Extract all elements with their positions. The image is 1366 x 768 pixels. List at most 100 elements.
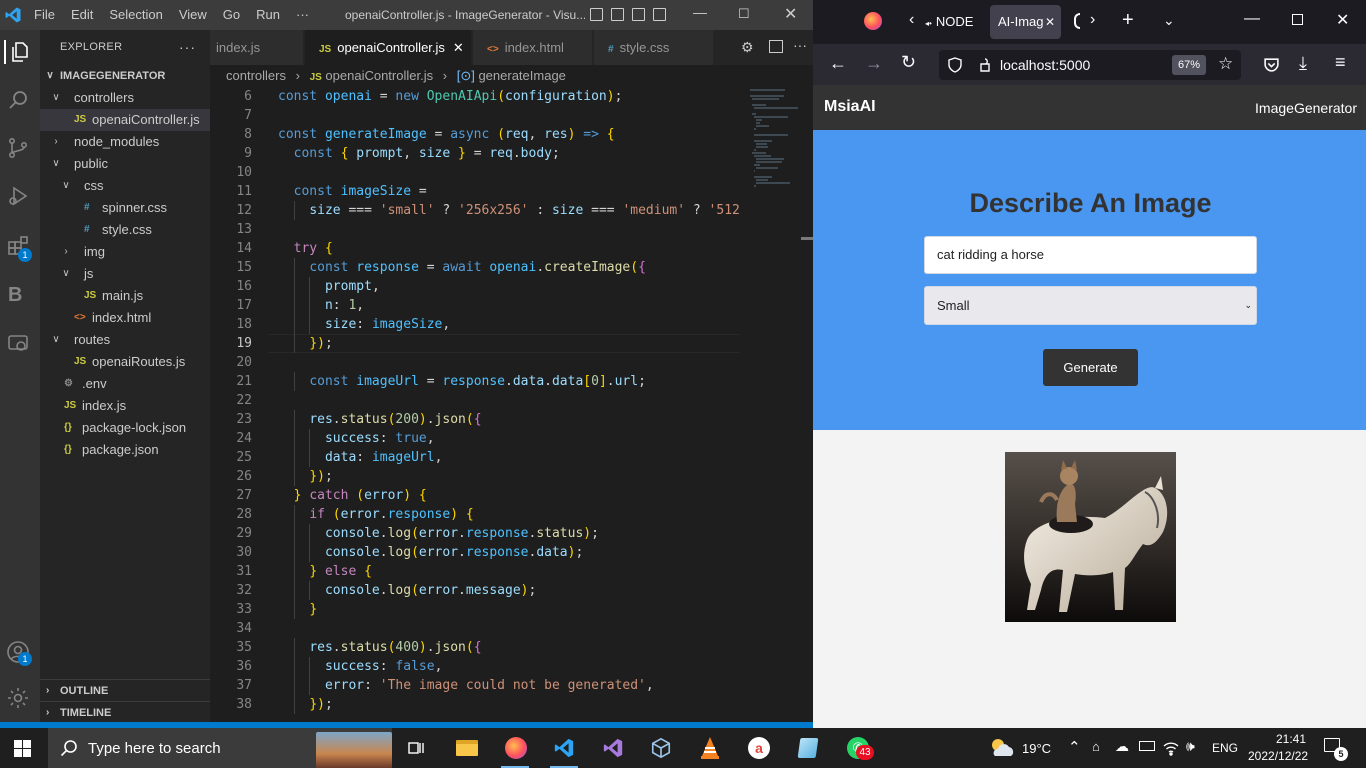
code-line[interactable]: 16 prompt, — [210, 277, 740, 296]
whatsapp-icon[interactable]: ✆ 43 — [833, 728, 881, 768]
zoom-indicator[interactable]: 67% — [1172, 55, 1206, 75]
search-icon[interactable] — [6, 88, 30, 112]
run-debug-icon[interactable] — [6, 184, 30, 208]
tabs-scroll-right-icon[interactable]: › — [1090, 11, 1095, 29]
nav-link-imagegenerator[interactable]: ImageGenerator — [1255, 100, 1357, 116]
settings-icon[interactable]: ⚙ — [741, 39, 754, 56]
volume-icon[interactable]: 🕪 — [1186, 738, 1195, 755]
tree-item-img[interactable]: › img — [40, 241, 210, 263]
code-line[interactable]: 38 }); — [210, 695, 740, 714]
tab-index-js[interactable]: index.js — [210, 30, 304, 65]
remote-explorer-icon[interactable] — [6, 332, 30, 356]
code-line[interactable]: 19 }); — [210, 334, 740, 353]
tree-item-spinner-css[interactable]: # spinner.css — [40, 197, 210, 219]
menu-selection[interactable]: Selection — [109, 7, 162, 22]
tree-item-controllers[interactable]: ∨ controllers — [40, 87, 210, 109]
app-menu-icon[interactable]: ≡ — [1335, 52, 1346, 73]
code-line[interactable]: 6 const openai = new OpenAIApi(configurat… — [210, 87, 740, 106]
code-line[interactable]: 34 — [210, 619, 740, 638]
back-icon[interactable]: ← — [829, 53, 847, 74]
bookmark-star-icon[interactable]: ☆ — [1218, 54, 1233, 74]
code-line[interactable]: 35 res.status(400).json({ — [210, 638, 740, 657]
list-tabs-icon[interactable]: ⌄ — [1163, 12, 1175, 29]
tab-node[interactable]: ◂• NODE — [925, 6, 981, 38]
vlc-icon[interactable] — [686, 728, 734, 768]
bootstrap-icon[interactable]: B — [8, 284, 32, 308]
editor-scrollbar[interactable] — [801, 237, 813, 240]
code-line[interactable]: 11 const imageSize = — [210, 182, 740, 201]
tabs-scroll-left-icon[interactable]: ‹ — [909, 11, 914, 29]
code-line[interactable]: 32 console.log(error.message); — [210, 581, 740, 600]
explorer-more-icon[interactable]: ··· — [179, 30, 196, 65]
wifi-icon[interactable] — [1162, 740, 1180, 756]
code-line[interactable]: 23 res.status(200).json({ — [210, 410, 740, 429]
windows-start-icon[interactable] — [14, 740, 31, 757]
code-line[interactable]: 14 try { — [210, 239, 740, 258]
breadcrumb-symbol[interactable]: generateImage — [478, 68, 565, 83]
menu-file[interactable]: File — [34, 7, 55, 22]
clock-time[interactable]: 21:41 — [1264, 732, 1306, 746]
tree-item-public[interactable]: ∨ public — [40, 153, 210, 175]
onedrive-cloud-icon[interactable]: ☁ — [1115, 738, 1129, 755]
usb-icon[interactable]: ⌂ — [1092, 739, 1100, 754]
minimap[interactable] — [740, 87, 800, 207]
tree-item-openairoutes-js[interactable]: JS openaiRoutes.js — [40, 351, 210, 373]
close-window-icon[interactable]: ✕ — [1336, 10, 1349, 30]
code-line[interactable]: 17 n: 1, — [210, 296, 740, 315]
code-line[interactable]: 33 } — [210, 600, 740, 619]
code-line[interactable]: 22 — [210, 391, 740, 410]
tree-item-index-js[interactable]: JS index.js — [40, 395, 210, 417]
close-tab-icon[interactable]: ✕ — [1045, 5, 1055, 39]
site-info-icon[interactable] — [977, 57, 993, 73]
site-logo[interactable]: MsiaAI — [824, 98, 876, 116]
task-view-icon[interactable] — [392, 728, 440, 768]
more-actions-icon[interactable]: ··· — [793, 37, 807, 53]
outline-section[interactable]: › OUTLINE — [40, 679, 210, 701]
tab-openaicontroller-js[interactable]: JS openaiController.js ✕ — [305, 30, 472, 65]
menu-go[interactable]: Go — [223, 7, 240, 22]
notifications-icon[interactable]: 5 — [1324, 738, 1348, 761]
visual-studio-icon[interactable] — [589, 728, 637, 768]
code-line[interactable]: 10 — [210, 163, 740, 182]
breadcrumb-file[interactable]: openaiController.js — [325, 68, 433, 83]
tree-item-css[interactable]: ∨ css — [40, 175, 210, 197]
tree-item-package-lock-json[interactable]: {} package-lock.json — [40, 417, 210, 439]
taskbar-search[interactable]: Type here to search — [48, 728, 392, 768]
split-editor-icon[interactable] — [769, 40, 783, 53]
downloads-icon[interactable]: ⤓ — [1299, 53, 1307, 74]
timeline-section[interactable]: › TIMELINE — [40, 701, 210, 723]
language-indicator[interactable]: ENG — [1212, 741, 1238, 755]
code-line[interactable]: 7 — [210, 106, 740, 125]
generate-button[interactable]: Generate — [1043, 349, 1138, 386]
firefox-taskbar-icon[interactable] — [491, 728, 539, 768]
menu-view[interactable]: View — [179, 7, 207, 22]
project-root[interactable]: ∨ IMAGEGENERATOR — [40, 65, 210, 87]
maximize-icon[interactable] — [1292, 14, 1303, 25]
tree-item-routes[interactable]: ∨ routes — [40, 329, 210, 351]
firefox-view-icon[interactable] — [864, 12, 882, 30]
virtualbox-icon[interactable] — [637, 728, 685, 768]
code-line[interactable]: 9 const { prompt, size } = req.body; — [210, 144, 740, 163]
weather-temperature[interactable]: 19°C — [1022, 741, 1051, 756]
file-explorer-icon[interactable] — [442, 728, 490, 768]
battery-icon[interactable] — [1139, 741, 1155, 751]
code-line[interactable]: 12 size === 'small' ? '256x256' : size =… — [210, 201, 740, 220]
tree-item-index-html[interactable]: <> index.html — [40, 307, 210, 329]
code-line[interactable]: 31 } else { — [210, 562, 740, 581]
show-hidden-icons-icon[interactable]: ⌃ — [1068, 738, 1081, 756]
toggle-panel-icon[interactable] — [611, 8, 624, 21]
code-line[interactable]: 37 error: 'The image could not be genera… — [210, 676, 740, 695]
code-editor[interactable]: 6 const openai = new OpenAIApi(configurat… — [210, 87, 740, 728]
code-line[interactable]: 27 } catch (error) { — [210, 486, 740, 505]
tree-item-package-json[interactable]: {} package.json — [40, 439, 210, 461]
clock-date[interactable]: 2022/12/22 — [1248, 749, 1308, 763]
tab-ai-image[interactable]: AI-Imag ✕ — [990, 5, 1061, 39]
code-line[interactable]: 25 data: imageUrl, — [210, 448, 740, 467]
tab-partial-icon[interactable] — [1074, 13, 1080, 29]
weather-icon[interactable] — [987, 736, 1017, 760]
menu-run[interactable]: Run — [256, 7, 280, 22]
tree-item-node-modules[interactable]: › node_modules — [40, 131, 210, 153]
toggle-sidebar-icon[interactable] — [590, 8, 603, 21]
code-line[interactable]: 26 }); — [210, 467, 740, 486]
tree-item-env[interactable]: ⚙ .env — [40, 373, 210, 395]
